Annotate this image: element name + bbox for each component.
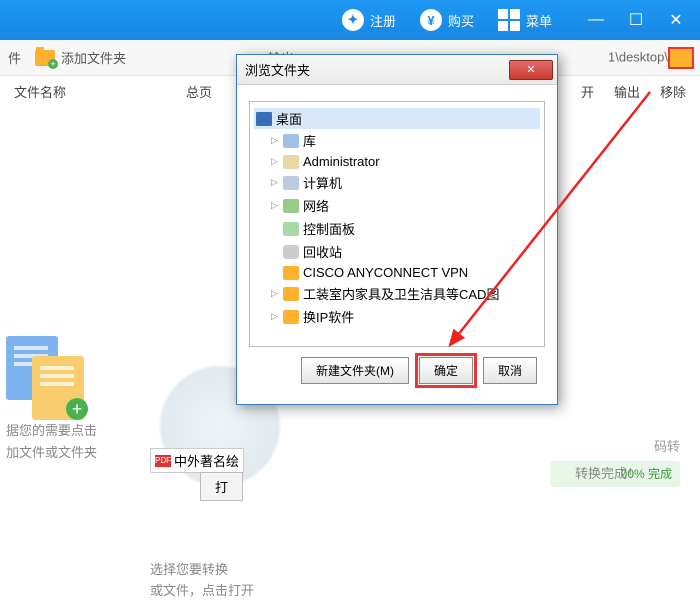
buy-label: 购买 bbox=[448, 11, 474, 30]
tree-item[interactable]: 控制面板 bbox=[254, 217, 540, 240]
col-export: 输出 bbox=[614, 82, 640, 101]
open-button[interactable]: 打 bbox=[200, 472, 243, 501]
browse-folder-dialog: 浏览文件夹 ✕ 桌面 ▷库 ▷Administrator ▷计算机 ▷网络 控制… bbox=[236, 54, 558, 405]
select-hint: 选择您要转换或文件，点击打开 bbox=[150, 560, 350, 602]
path-tail: 1\desktop\ bbox=[608, 49, 692, 67]
close-button[interactable]: ✕ bbox=[656, 0, 696, 40]
folder-icon bbox=[283, 310, 299, 324]
tree-item[interactable]: ▷工装室内家具及卫生洁具等CAD图 bbox=[254, 282, 540, 305]
grid-icon bbox=[498, 9, 520, 31]
tree-item[interactable]: 回收站 bbox=[254, 240, 540, 263]
col-remove: 移除 bbox=[660, 82, 686, 101]
tree-item[interactable]: ▷换IP软件 bbox=[254, 305, 540, 328]
browse-folder-button[interactable] bbox=[670, 49, 692, 67]
tree-item[interactable]: ▷网络 bbox=[254, 194, 540, 217]
desktop-icon bbox=[256, 112, 272, 126]
folder-icon bbox=[283, 266, 299, 280]
tree-root[interactable]: 桌面 bbox=[254, 108, 540, 129]
dialog-title: 浏览文件夹 bbox=[245, 60, 310, 79]
register-button[interactable]: ✦ 注册 bbox=[332, 5, 406, 35]
new-folder-button[interactable]: 新建文件夹(M) bbox=[301, 357, 409, 384]
tree-item[interactable]: ▷库 bbox=[254, 129, 540, 152]
col-open: 开 bbox=[581, 82, 594, 101]
tree-item[interactable]: ▷计算机 bbox=[254, 171, 540, 194]
tree-item[interactable]: CISCO ANYCONNECT VPN bbox=[254, 263, 540, 282]
register-label: 注册 bbox=[370, 11, 396, 30]
computer-icon bbox=[283, 176, 299, 190]
dialog-titlebar[interactable]: 浏览文件夹 ✕ bbox=[237, 55, 557, 85]
cancel-button[interactable]: 取消 bbox=[483, 357, 537, 384]
done-label: 转换完成！ bbox=[575, 463, 640, 482]
menu-label: 菜单 bbox=[526, 11, 552, 30]
pdf-icon: PDF bbox=[155, 455, 171, 467]
col-pages: 总页 bbox=[186, 82, 212, 101]
user-folder-icon bbox=[283, 155, 299, 169]
minimize-button[interactable]: — bbox=[576, 0, 616, 40]
title-bar: ✦ 注册 ¥ 购买 菜单 — ☐ ✕ bbox=[0, 0, 700, 40]
dialog-close-button[interactable]: ✕ bbox=[509, 60, 553, 80]
buy-button[interactable]: ¥ 购买 bbox=[410, 5, 484, 35]
library-icon bbox=[283, 134, 299, 148]
documents-icon: + bbox=[6, 336, 86, 416]
menu-button[interactable]: 菜单 bbox=[488, 5, 562, 35]
folder-plus-icon: + bbox=[35, 50, 55, 66]
pdf-file-chip: PDF中外著名绘 bbox=[150, 448, 244, 473]
add-folder-button[interactable]: + 添加文件夹 bbox=[35, 48, 126, 67]
col-name: 文件名称 bbox=[14, 82, 66, 101]
file-label: 件 bbox=[8, 48, 21, 67]
folder-icon bbox=[283, 287, 299, 301]
ok-button[interactable]: 确定 bbox=[419, 357, 473, 384]
network-icon bbox=[283, 199, 299, 213]
recycle-bin-icon bbox=[283, 245, 299, 259]
user-icon: ✦ bbox=[342, 9, 364, 31]
tree-item[interactable]: ▷Administrator bbox=[254, 152, 540, 171]
drop-hint: + 据您的需要点击加文件或文件夹 bbox=[6, 336, 97, 464]
maximize-button[interactable]: ☐ bbox=[616, 0, 656, 40]
control-panel-icon bbox=[283, 222, 299, 236]
yen-icon: ¥ bbox=[420, 9, 442, 31]
folder-tree[interactable]: 桌面 ▷库 ▷Administrator ▷计算机 ▷网络 控制面板 回收站 C… bbox=[249, 101, 545, 347]
add-folder-label: 添加文件夹 bbox=[61, 48, 126, 67]
